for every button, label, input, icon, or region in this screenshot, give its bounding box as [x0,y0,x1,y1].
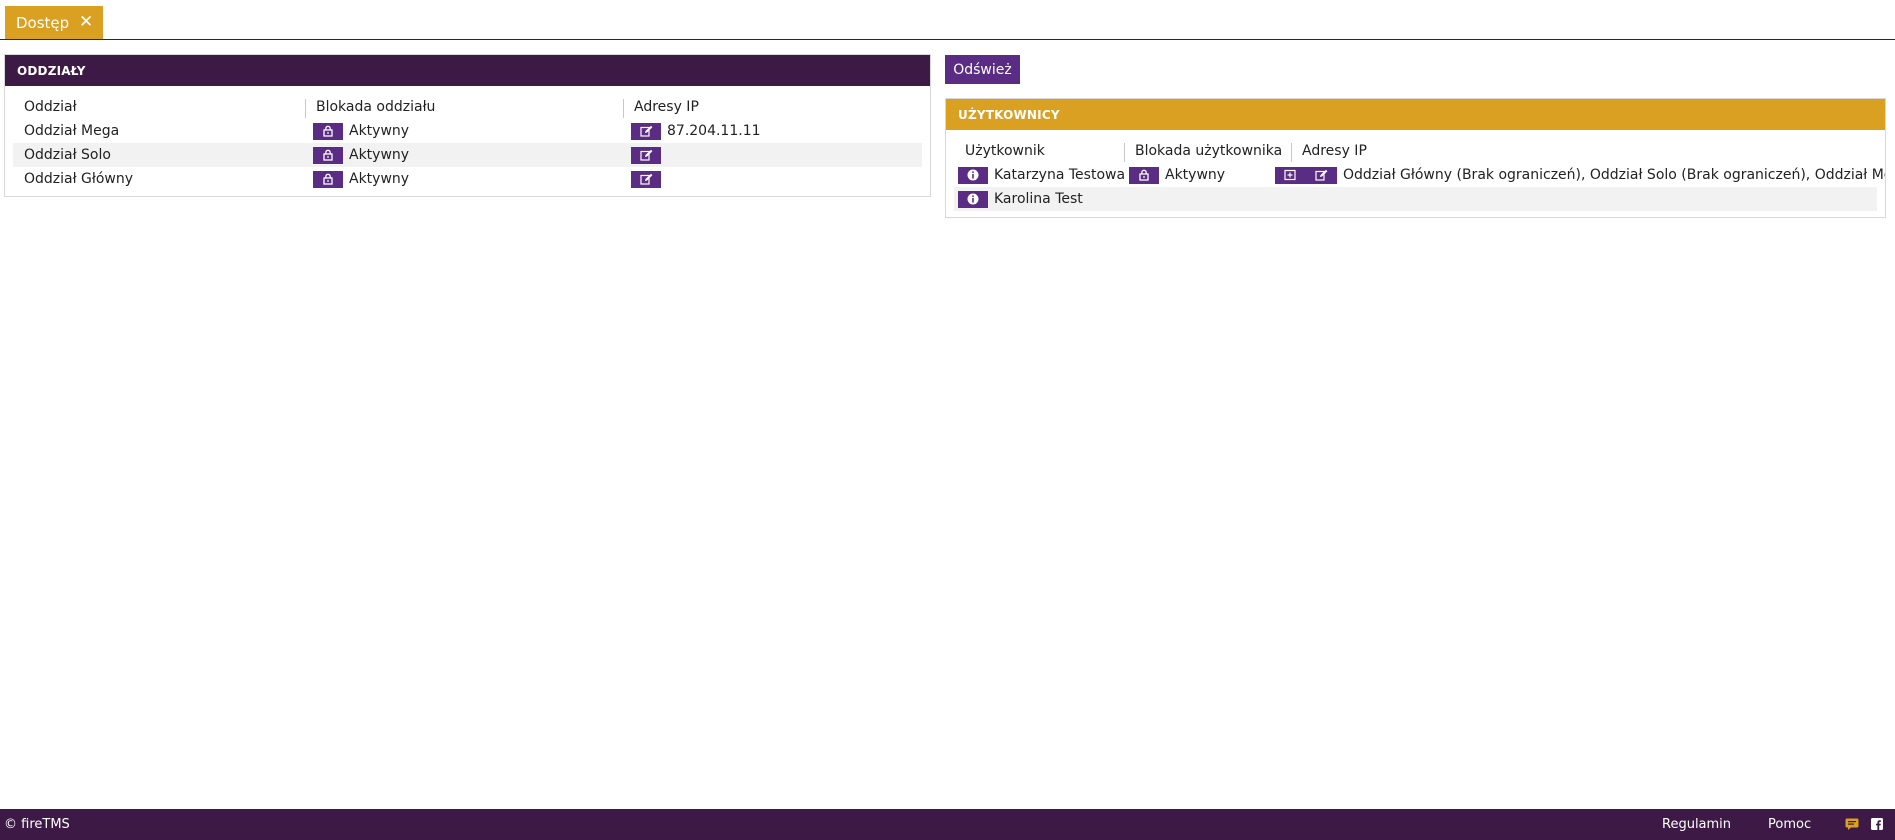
users-panel-title: UŻYTKOWNICY [946,99,1885,130]
add-icon[interactable] [1284,169,1296,181]
chat-icon[interactable] [1845,818,1859,830]
branch-ip-addresses: 87.204.11.11 [667,123,761,139]
branch-name: Oddział Mega [24,123,120,139]
users-table: Użytkownik Blokada użytkownika Adresy IP… [954,139,1885,211]
users-table-header: Użytkownik Blokada użytkownika Adresy IP [954,139,1877,163]
branch-name: Oddział Solo [24,147,111,163]
branches-table-header: Oddział Blokada oddziału Adresy IP [13,95,922,119]
user-name: Katarzyna Testowa [994,167,1126,183]
branch-lock-status: Aktywny [349,171,410,187]
user-lock-status: Aktywny [1165,167,1226,183]
info-icon[interactable] [958,190,988,208]
info-icon[interactable] [958,166,988,184]
footer: © fireTMS Regulamin Pomoc [0,809,1895,840]
edit-icon[interactable] [631,146,661,164]
regulamin-link[interactable]: Regulamin [1662,817,1731,832]
branch-lock-status: Aktywny [349,147,410,163]
column-header-branch-lock: Blokada oddziału [316,99,436,115]
user-name: Karolina Test [994,191,1083,207]
branch-name: Oddział Główny [24,171,134,187]
column-header-ip-addresses: Adresy IP [634,99,699,115]
table-row: Katarzyna Testowa Aktywny Oddział Główny… [954,163,1885,187]
copyright: © fireTMS [4,817,70,832]
table-row: Karolina Test [954,187,1877,211]
edit-icon[interactable] [1315,169,1328,181]
edit-icon[interactable] [631,170,661,188]
table-row: Oddział Główny Aktywny [13,167,922,191]
lock-icon[interactable] [313,122,343,140]
users-panel: UŻYTKOWNICY Użytkownik Blokada użytkowni… [945,98,1886,218]
user-ip-addresses: Oddział Główny (Brak ograniczeń), Oddzia… [1343,167,1885,183]
refresh-button[interactable]: Odśwież [945,55,1020,84]
lock-icon[interactable] [313,146,343,164]
help-link[interactable]: Pomoc [1768,817,1811,832]
tab-dostep[interactable]: Dostęp ✕ [5,6,103,39]
facebook-icon[interactable] [1871,818,1885,830]
branches-panel-title: ODDZIAŁY [5,55,930,86]
tab-label: Dostęp [16,13,70,32]
lock-icon[interactable] [1129,166,1159,184]
ip-actions [1275,166,1337,184]
tab-bar: Dostęp ✕ [0,0,1895,40]
column-header-user-lock: Blokada użytkownika [1135,143,1283,159]
branch-lock-status: Aktywny [349,123,410,139]
column-header-user: Użytkownik [965,143,1045,159]
branches-panel: ODDZIAŁY Oddział Blokada oddziału Adresy… [4,54,931,197]
edit-icon[interactable] [631,122,661,140]
lock-icon[interactable] [313,170,343,188]
branches-table: Oddział Blokada oddziału Adresy IP Oddzi… [13,95,922,191]
column-header-ip-addresses: Adresy IP [1302,143,1367,159]
column-header-branch: Oddział [24,99,77,115]
close-icon[interactable]: ✕ [79,14,93,31]
table-row: Oddział Solo Aktywny [13,143,922,167]
table-row: Oddział Mega Aktywny 87.204.11.11 [13,119,922,143]
